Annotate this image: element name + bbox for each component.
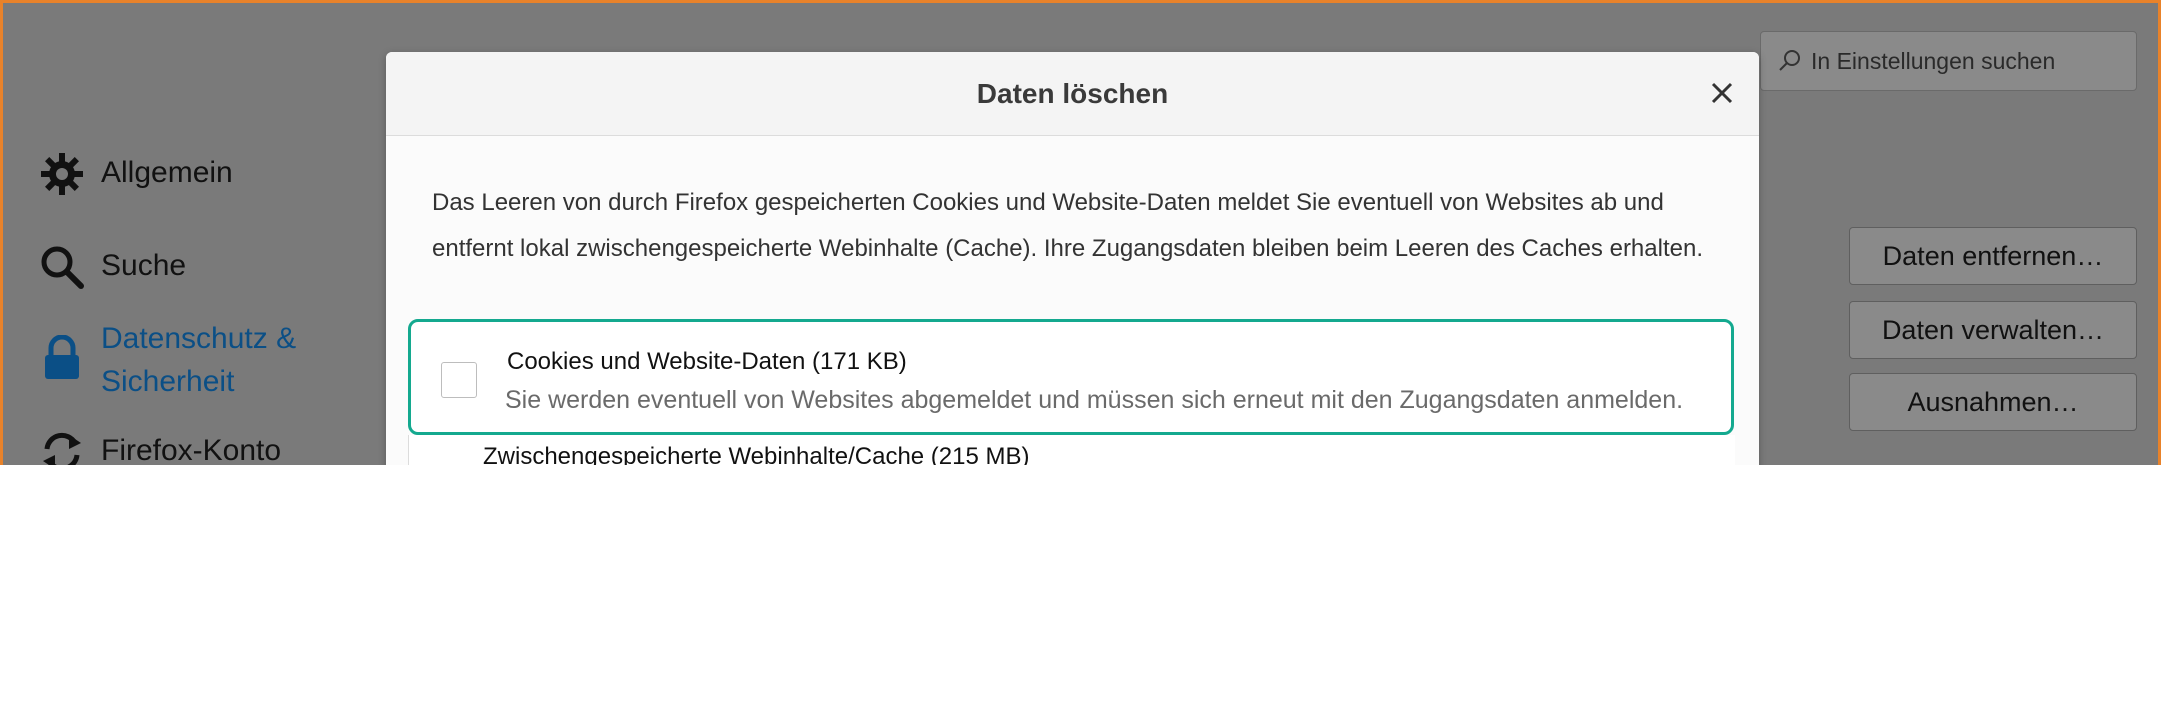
option-cache[interactable]: Zwischengespeicherte Webinhalte/Cache (2…: [408, 435, 1735, 465]
manage-data-button[interactable]: Daten verwalten…: [1849, 301, 2137, 359]
sidebar-label-line2: Sicherheit: [101, 365, 235, 398]
option-note: Sie werden eventuell von Websites abgeme…: [505, 386, 1684, 414]
close-icon: [1711, 82, 1733, 104]
dialog-title: Daten löschen: [976, 78, 1169, 109]
gear-icon: [41, 153, 83, 195]
sidebar-item-label: Datenschutz & Sicherheit: [101, 317, 296, 403]
dialog-header: Daten löschen: [386, 52, 1759, 136]
sidebar-item-label: Allgemein: [101, 156, 233, 189]
remove-data-button[interactable]: Daten entfernen…: [1849, 227, 2137, 285]
option-label: Zwischengespeicherte Webinhalte/Cache (2…: [483, 443, 1030, 465]
sidebar-item-privacy[interactable]: Datenschutz & Sicherheit: [39, 317, 296, 403]
option-cookies[interactable]: Cookies und Website-Daten (171 KB) Sie w…: [408, 319, 1734, 435]
close-button[interactable]: [1705, 76, 1739, 110]
cookies-checkbox[interactable]: [441, 362, 477, 398]
sidebar-item-label: Suche: [101, 249, 187, 282]
sidebar-item-general[interactable]: Allgemein: [39, 151, 233, 197]
search-placeholder: In Einstellungen suchen: [1811, 47, 2056, 74]
sidebar-item-firefox-account[interactable]: Firefox-Konto: [39, 429, 281, 465]
screenshot-frame: In Einstellungen suchen Allgemein Suche: [0, 0, 2161, 465]
search-icon: [1779, 50, 1800, 71]
sidebar-item-label: Firefox-Konto: [101, 434, 282, 465]
settings-search-input[interactable]: In Einstellungen suchen: [1760, 31, 2137, 91]
dialog-description: Das Leeren von durch Firefox gespeichert…: [432, 189, 1703, 262]
lock-icon: [45, 335, 79, 379]
clear-data-dialog: Daten löschen Das Leeren von durch Firef…: [386, 52, 1759, 465]
sidebar-label-line1: Datenschutz &: [101, 322, 297, 355]
option-label: Cookies und Website-Daten (171 KB): [507, 348, 907, 375]
sync-icon: [43, 432, 81, 465]
magnifier-icon: [41, 246, 84, 289]
exceptions-button[interactable]: Ausnahmen…: [1849, 373, 2137, 431]
sidebar-item-search[interactable]: Suche: [39, 244, 186, 290]
